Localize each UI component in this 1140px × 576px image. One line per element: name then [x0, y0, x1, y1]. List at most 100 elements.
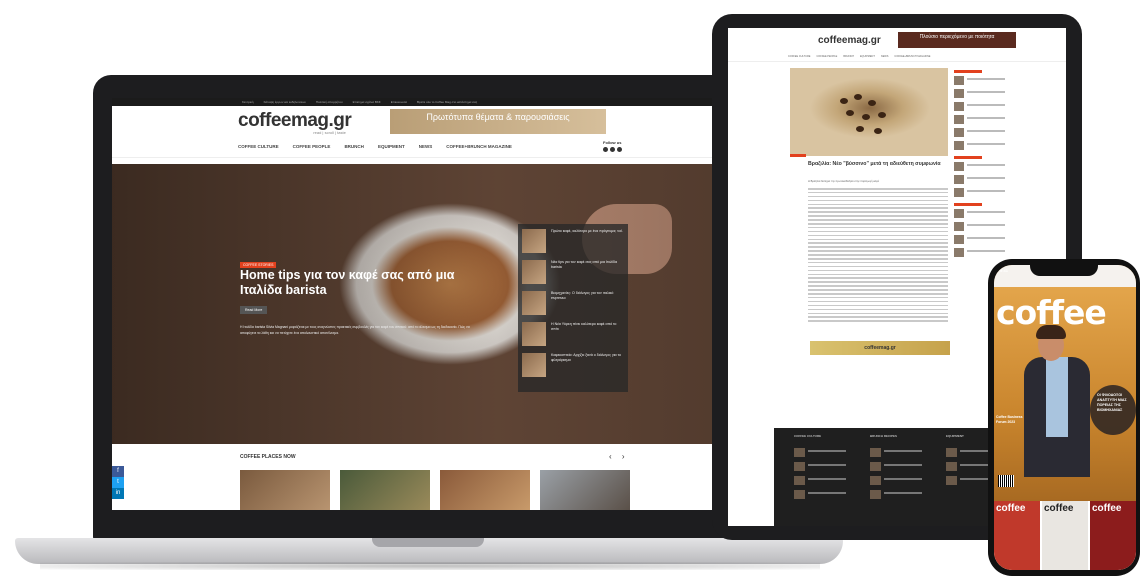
hero-excerpt: Η Ιταλίδα barista Silvia Magnani μοιράζε…: [240, 325, 470, 335]
thumbnail: [522, 229, 546, 253]
barcode-icon: [998, 475, 1014, 487]
social-icons: [603, 147, 622, 152]
list-item[interactable]: Βιομηχανίες: Ο διάλογος για τον ιταλικό …: [518, 286, 628, 317]
list-item-title: Καφεκοπτεία: Αρχίζει ξανά ο διάλογος για…: [551, 353, 621, 362]
nav-item[interactable]: COFFEE+BRUNCH MAGAZINE: [446, 144, 512, 149]
section-title: COFFEE PLACES NOW: [240, 454, 296, 460]
nav-item[interactable]: COFFEE PEOPLE: [816, 55, 837, 58]
nav-item[interactable]: NEWS: [419, 144, 433, 149]
top-link[interactable]: Κάλυψη έργων και εκδηλώσεων: [264, 100, 306, 104]
cover-tagline: Coffee Business Forum 2023: [996, 415, 1023, 424]
tablet-ad-bar[interactable]: coffeemag.gr: [810, 341, 950, 355]
footer-item[interactable]: [870, 462, 924, 473]
thumbnail: [522, 260, 546, 284]
hero-overlay: [112, 164, 754, 444]
top-link[interactable]: Κεντρική: [242, 100, 254, 104]
list-item[interactable]: [954, 248, 1008, 259]
list-item[interactable]: Η Νέα Υόρκη πίνει καλύτερο καφέ από το σ…: [518, 317, 628, 348]
nav-item[interactable]: NEWS: [881, 55, 889, 58]
list-item[interactable]: [954, 76, 1008, 87]
coffee-bean: [840, 98, 848, 104]
footer-item[interactable]: [794, 476, 848, 487]
footer-item[interactable]: [794, 490, 848, 501]
instagram-icon[interactable]: [617, 147, 622, 152]
list-item[interactable]: [954, 222, 1008, 233]
laptop-notch: [372, 538, 484, 547]
list-item[interactable]: [954, 102, 1008, 113]
list-item[interactable]: [954, 188, 1008, 199]
hero-title[interactable]: Home tips για τον καφέ σας από μια Ιταλί…: [240, 268, 480, 298]
facebook-share-icon[interactable]: f: [112, 466, 124, 477]
place-card[interactable]: [340, 470, 430, 510]
cover-person-shirt: [1046, 357, 1068, 437]
linkedin-share-icon[interactable]: in: [112, 488, 124, 499]
list-item[interactable]: [954, 89, 1008, 100]
list-item[interactable]: [954, 141, 1008, 152]
footer-column-title: EQUIPMENT: [946, 434, 964, 438]
read-more-button[interactable]: Read More: [240, 306, 268, 314]
article-category-badge[interactable]: [790, 154, 806, 157]
nav-item[interactable]: EQUIPMENT: [860, 55, 875, 58]
coffee-bean: [878, 112, 886, 118]
nav-item[interactable]: BRUNCH: [344, 144, 364, 149]
phone-notch: [1030, 264, 1098, 276]
place-card[interactable]: [240, 470, 330, 510]
footer-item[interactable]: [870, 490, 924, 501]
tablet-sidebar: [954, 66, 1008, 261]
nav-item[interactable]: EQUIPMENT: [378, 144, 405, 149]
footer-item[interactable]: [870, 448, 924, 459]
list-item[interactable]: [954, 209, 1008, 220]
footer-item[interactable]: [794, 462, 848, 473]
list-item[interactable]: [954, 162, 1008, 173]
twitter-share-icon[interactable]: t: [112, 477, 124, 488]
magazine-thumb[interactable]: coffee: [1090, 501, 1136, 570]
laptop-shadow: [40, 562, 820, 570]
nav-item[interactable]: COFFEE PEOPLE: [293, 144, 331, 149]
list-item[interactable]: [954, 115, 1008, 126]
list-item-title: Βιομηχανίες: Ο διάλογος για τον ιταλικό …: [551, 291, 614, 300]
tablet-banner[interactable]: Πλούσιο περιεχόμενο με ποιότητα: [898, 32, 1016, 48]
hero-side-list: Πρώτο καφέ, καλύτερο με ένα πρόγευμα; vo…: [518, 224, 628, 392]
cover-badge: ΟΙ ΦΙΛΟΔΟΞΟΙ ΑΝΑΠΤΥΞΗ ΜΙΑΣ ΠΟΡΕΙΑΣ ΤΗΣ Β…: [1090, 385, 1136, 435]
magazine-thumbnails: coffee coffee coffee: [994, 501, 1136, 570]
article-subtitle: Η Βραζιλία διατηρεί την πρωτοκαθεδρία στ…: [808, 180, 879, 183]
footer-column-title: COFFEE CULTURE: [794, 434, 822, 438]
list-item[interactable]: Καφεκοπτεία: Αρχίζει ξανά ο διάλογος για…: [518, 348, 628, 379]
list-item[interactable]: Νέα tips για τον καφέ σας από μια Ιταλίδ…: [518, 255, 628, 286]
list-item[interactable]: [954, 128, 1008, 139]
nav-item[interactable]: COFFEE+BRUNCH MAGAZINE: [894, 55, 930, 58]
phone-screen: 9:41 coffee ΟΙ ΦΙΛΟΔΟΞΟΙ ΑΝΑΠΤΥΞΗ ΜΙΑΣ Π…: [994, 265, 1136, 570]
list-item[interactable]: [954, 175, 1008, 186]
magazine-thumb[interactable]: coffee: [994, 501, 1040, 570]
place-card[interactable]: [540, 470, 630, 510]
top-link[interactable]: Πολιτική απορρήτου: [316, 100, 343, 104]
nav-item[interactable]: COFFEE CULTURE: [238, 144, 279, 149]
list-item-title: Η Νέα Υόρκη πίνει καλύτερο καφέ από το σ…: [551, 322, 617, 331]
magazine-thumb[interactable]: coffee: [1042, 501, 1088, 570]
logo-tagline: read | scroll | taste: [313, 129, 346, 135]
facebook-icon[interactable]: [603, 147, 608, 152]
hero-slider[interactable]: COFFEE STORIES Home tips για τον καφέ σα…: [112, 164, 754, 444]
coffee-bean: [874, 128, 882, 134]
footer-item[interactable]: [870, 476, 924, 487]
tablet-logo[interactable]: coffeemag.gr: [818, 35, 881, 46]
coffee-bean: [856, 126, 864, 132]
nav-item[interactable]: COFFEE CULTURE: [788, 55, 810, 58]
header-ad-banner[interactable]: Πρωτότυπα θέματα & παρουσιάσεις: [390, 109, 606, 134]
top-bar: Κεντρική Κάλυψη έργων και εκδηλώσεων Πολ…: [112, 98, 754, 106]
follow-label: Follow us: [603, 140, 622, 145]
nav-item[interactable]: BRUNCH: [843, 55, 854, 58]
top-link[interactable]: Επικοινωνία: [391, 100, 407, 104]
list-item[interactable]: Πρώτο καφέ, καλύτερο με ένα πρόγευμα; vo…: [518, 224, 628, 255]
top-link[interactable]: Επίσημα σχόλια ΒΚΣ: [353, 100, 381, 104]
coffee-bean: [846, 110, 854, 116]
devices-mockup: Κεντρική Κάλυψη έργων και εκδηλώσεων Πολ…: [0, 0, 1140, 576]
carousel-arrows[interactable]: ‹ ›: [609, 452, 629, 461]
place-card[interactable]: [440, 470, 530, 510]
list-item[interactable]: [954, 235, 1008, 246]
footer-item[interactable]: [794, 448, 848, 459]
article-title[interactable]: Βραζιλία: Νέο "βύσσινο" μετά τη αδιεύθετ…: [808, 161, 948, 168]
coffee-bean: [854, 94, 862, 100]
top-link[interactable]: Βρείτε όλο το Coffee Mag στο κατάστημα σ…: [417, 100, 477, 104]
twitter-icon[interactable]: [610, 147, 615, 152]
